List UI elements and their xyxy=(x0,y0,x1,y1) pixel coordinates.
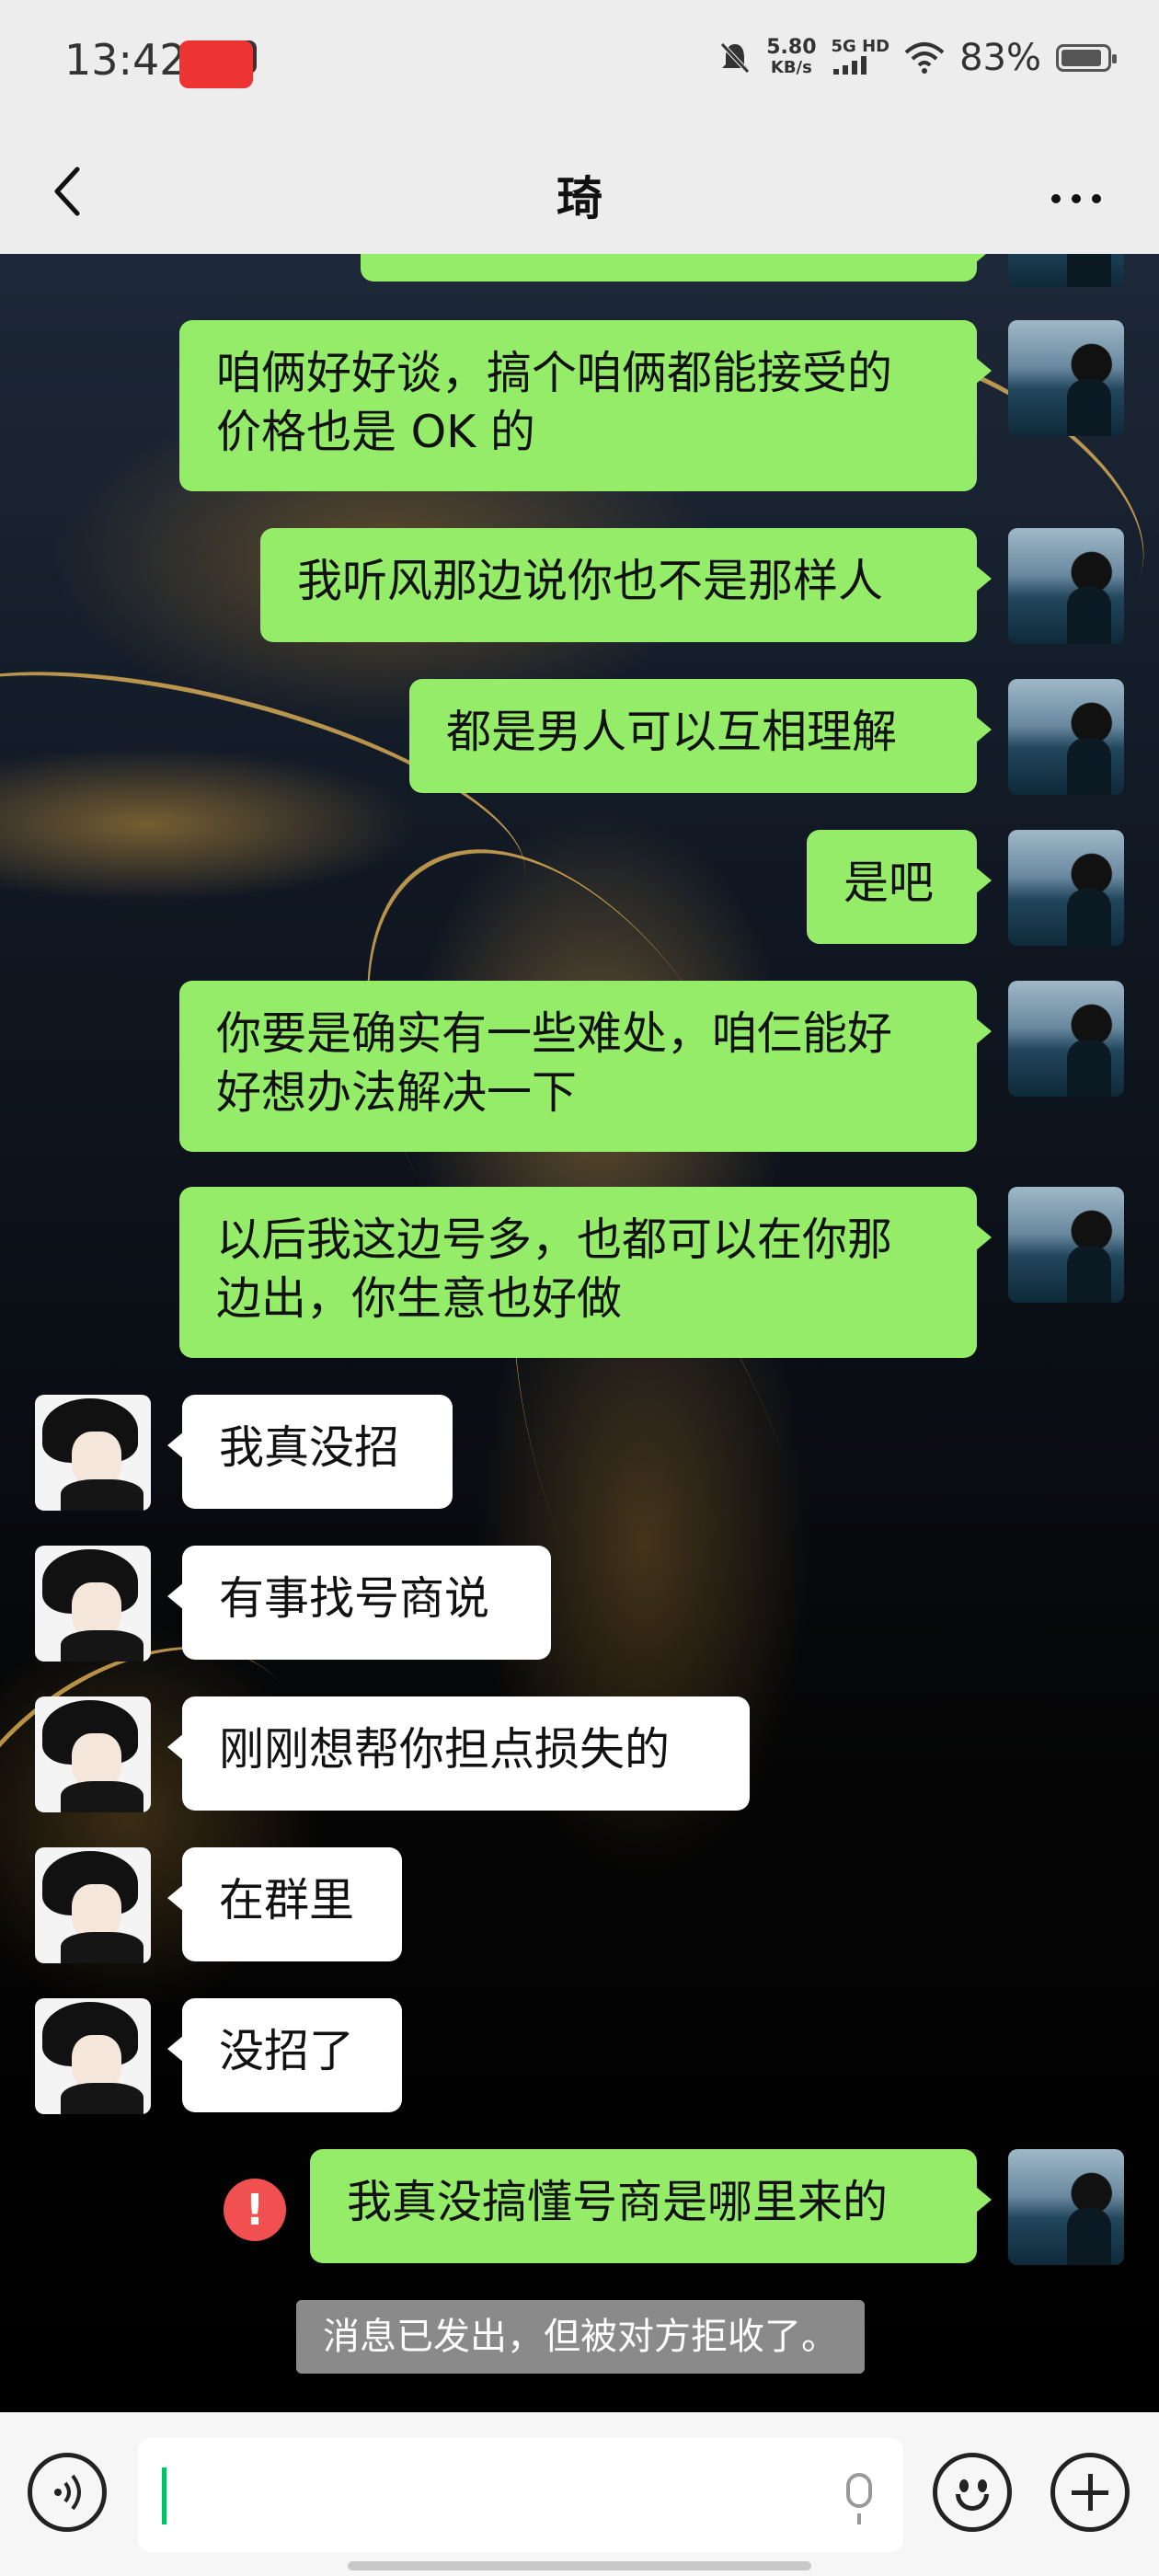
message-input[interactable] xyxy=(138,2438,903,2552)
emoji-eye xyxy=(978,2479,987,2492)
notification-icons xyxy=(179,40,257,88)
game-app-icon xyxy=(179,40,253,88)
plus-icon[interactable] xyxy=(1050,2453,1130,2532)
message-bubble-sent[interactable]: 以后我这边号多，也都可以在你那 边出，你生意也好做 xyxy=(179,1187,992,1358)
ellipsis-dots xyxy=(1051,194,1101,203)
contact-avatar[interactable] xyxy=(35,1546,151,1662)
ellipsis-icon[interactable] xyxy=(1049,184,1104,206)
status-time: 13:42 xyxy=(64,35,187,85)
signal-icon xyxy=(832,56,866,75)
my-avatar[interactable] xyxy=(1008,254,1124,287)
network-speed-unit: KB/s xyxy=(770,58,812,77)
my-avatar[interactable] xyxy=(1008,2149,1124,2265)
send-failed-icon[interactable]: ! xyxy=(224,2179,286,2241)
contact-avatar[interactable] xyxy=(35,1696,151,1812)
chat-title: 琦 xyxy=(557,172,602,225)
my-avatar[interactable] xyxy=(1008,1187,1124,1303)
contact-avatar[interactable] xyxy=(35,1395,151,1511)
emoji-smile xyxy=(956,2494,989,2511)
voice-waves xyxy=(54,2474,81,2511)
emoji-icon[interactable] xyxy=(933,2453,1012,2532)
contact-avatar[interactable] xyxy=(35,1998,151,2114)
message-bubble-received[interactable]: 有事找号商说 xyxy=(167,1546,551,1660)
message-bubble-sent[interactable]: 都是男人可以互相理解 xyxy=(409,679,992,793)
system-notice: 消息已发出，但被对方拒收了。 xyxy=(296,2300,865,2374)
chat-header: 琦 xyxy=(0,127,1159,254)
message-bubble-partial[interactable] xyxy=(361,254,992,282)
message-bubble-sent[interactable]: 你要是确实有一些难处，咱仨能好 好想办法解决一下 xyxy=(179,981,992,1152)
message-bubble-sent[interactable]: 我听风那边说你也不是那样人 xyxy=(260,528,992,642)
emoji-eye xyxy=(959,2479,969,2492)
input-bar xyxy=(0,2412,1159,2576)
mute-bell-icon xyxy=(720,42,751,74)
my-avatar[interactable] xyxy=(1008,528,1124,644)
message-bubble-received[interactable]: 我真没招 xyxy=(167,1395,453,1509)
network-speed: 5.80 KB/s xyxy=(766,38,816,78)
network-speed-value: 5.80 xyxy=(766,36,817,59)
battery-percent: 83% xyxy=(959,37,1041,79)
chat-message-area[interactable]: 咱俩好好谈，搞个咱俩都能接受的 价格也是 OK 的 我听风那边说你也不是那样人 … xyxy=(0,254,1159,2412)
network-type-label: 5G HD xyxy=(831,37,890,56)
message-bubble-sent[interactable]: 是吧 xyxy=(807,830,992,944)
my-avatar[interactable] xyxy=(1008,679,1124,795)
status-bar: 13:42 5.80 KB/s 5G HD 83% xyxy=(0,0,1159,127)
network-type: 5G HD xyxy=(831,37,890,79)
message-bubble-received[interactable]: 刚刚想帮你担点损失的 xyxy=(167,1696,750,1811)
my-avatar[interactable] xyxy=(1008,320,1124,436)
my-avatar[interactable] xyxy=(1008,830,1124,946)
contact-avatar[interactable] xyxy=(35,1847,151,1963)
message-bubble-received[interactable]: 没招了 xyxy=(167,1998,402,2112)
status-indicators: 5.80 KB/s 5G HD 83% xyxy=(718,37,1117,79)
message-bubble-sent-rejected[interactable]: 我真没搞懂号商是哪里来的 xyxy=(310,2149,992,2263)
voice-mode-icon[interactable] xyxy=(28,2453,107,2532)
text-caret xyxy=(162,2467,166,2524)
home-indicator[interactable] xyxy=(348,2561,811,2570)
message-bubble-sent[interactable]: 咱俩好好谈，搞个咱俩都能接受的 价格也是 OK 的 xyxy=(179,320,992,491)
my-avatar[interactable] xyxy=(1008,981,1124,1097)
battery-icon xyxy=(1056,44,1117,72)
wifi-icon xyxy=(904,42,945,74)
microphone-icon[interactable] xyxy=(846,2473,872,2524)
message-bubble-received[interactable]: 在群里 xyxy=(167,1847,402,1961)
